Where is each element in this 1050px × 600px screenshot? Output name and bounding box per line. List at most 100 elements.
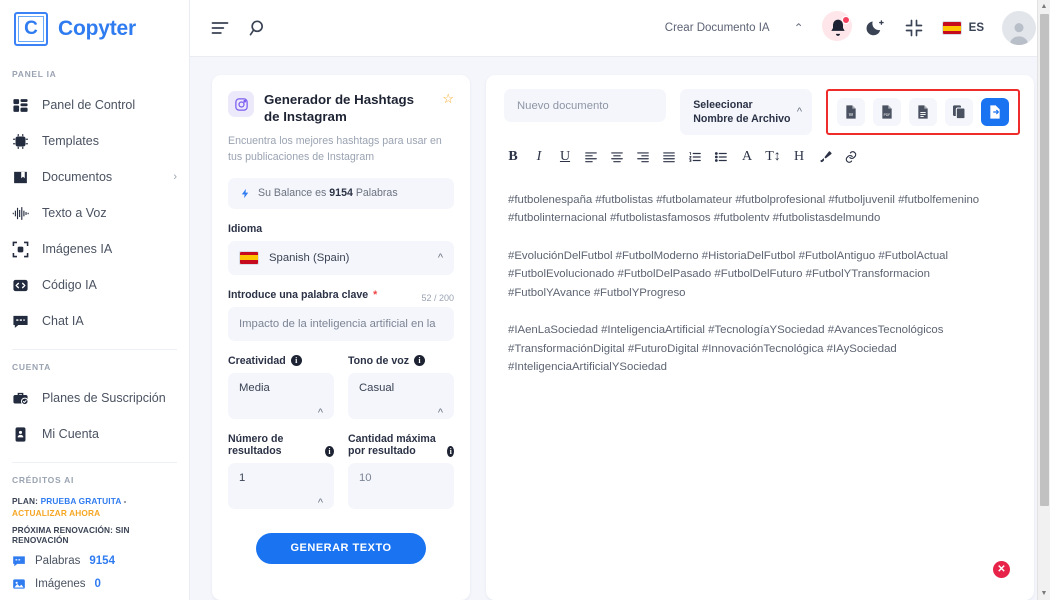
results-field: Número de resultados i 1 ^	[228, 419, 334, 509]
balance-banner: Su Balance es 9154 Palabras	[228, 177, 454, 209]
tone-select[interactable]: Casual ^	[348, 372, 454, 419]
max-per-result-input[interactable]: 10	[348, 462, 454, 509]
creativity-select[interactable]: Media ^	[228, 372, 334, 419]
save-document-button[interactable]	[981, 98, 1009, 126]
tone-field: Tono de voz i Casual ^	[348, 341, 454, 419]
align-left-icon	[584, 150, 598, 164]
export-text-button[interactable]	[909, 98, 937, 126]
notification-bell-icon[interactable]	[821, 11, 852, 41]
sidebar-item-label: Mi Cuenta	[42, 427, 99, 441]
scroll-up-arrow-icon[interactable]: ▲	[1038, 0, 1050, 13]
ai-chip-icon	[12, 133, 29, 150]
page-scrollbar[interactable]: ▲ ▼	[1037, 0, 1050, 600]
align-right-icon	[636, 150, 650, 164]
export-pdf-button[interactable]: PDF	[873, 98, 901, 126]
create-document-link[interactable]: Crear Documento IA	[665, 22, 770, 34]
save-export-icon	[987, 104, 1003, 120]
sidebar-item-texto-a-voz[interactable]: Texto a Voz	[0, 195, 189, 231]
sidebar-item-chat-ia[interactable]: Chat IA	[0, 303, 189, 339]
code-icon	[12, 277, 29, 294]
scrollbar-thumb[interactable]	[1040, 14, 1049, 506]
highlight-button[interactable]	[812, 145, 838, 169]
brand-logo[interactable]: C Copyter	[0, 0, 189, 57]
bullet-list-button[interactable]	[708, 145, 734, 169]
editor-header: Nuevo documento Seleecionar Nombre de Ar…	[486, 75, 1034, 135]
svg-text:W: W	[849, 112, 854, 117]
generator-form-card: Generador de Hashtags de Instagram ☆ Enc…	[212, 75, 470, 600]
info-icon[interactable]: i	[324, 445, 334, 457]
keyword-field-label: Introduce una palabra clave *	[228, 289, 377, 301]
file-select-label: Seleecionar Nombre de Archivo	[693, 98, 791, 125]
font-size-button[interactable]: T↕	[760, 145, 786, 169]
export-word-button[interactable]: W	[837, 98, 865, 126]
chevron-up-icon: ^	[437, 251, 443, 264]
form-header: Generador de Hashtags de Instagram ☆	[228, 91, 454, 125]
spain-flag-icon	[239, 250, 259, 265]
required-marker: *	[373, 288, 378, 301]
sidebar-item-label: Código IA	[42, 278, 97, 292]
upgrade-link[interactable]: ACTUALIZAR AHORA	[12, 508, 100, 518]
align-center-button[interactable]	[604, 145, 630, 169]
sidebar-item-panel-de-control[interactable]: Panel de Control	[0, 87, 189, 123]
font-color-button[interactable]: A	[734, 145, 760, 169]
max-per-result-field: Cantidad máxima por resultado i 10	[348, 419, 454, 509]
keyword-label-row: Introduce una palabra clave * 52 / 200	[228, 275, 454, 307]
instagram-icon	[228, 91, 254, 117]
editor-content[interactable]: #futbolenespaña #futbolistas #futbolamat…	[486, 169, 1034, 600]
sidebar-section-panel: PANEL IA	[12, 69, 57, 79]
results-label-text: Número de resultados	[228, 432, 284, 457]
keyword-label-text: Introduce una palabra clave	[228, 288, 369, 301]
sidebar-item-imagenes-ia[interactable]: Imágenes IA	[0, 231, 189, 267]
exit-fullscreen-icon[interactable]	[904, 18, 924, 38]
chevron-up-icon[interactable]: ⌃	[788, 21, 810, 35]
chevron-up-icon: ^	[317, 496, 323, 509]
keyword-counter: 52 / 200	[421, 292, 454, 303]
info-icon[interactable]: i	[414, 355, 426, 367]
avatar[interactable]	[1002, 11, 1036, 45]
sidebar-item-mi-cuenta[interactable]: Mi Cuenta	[0, 416, 189, 452]
align-justify-button[interactable]	[656, 145, 682, 169]
sidebar-item-label: Documentos	[42, 170, 113, 184]
credit-label: Imágenes	[35, 578, 86, 591]
file-name-select[interactable]: Seleecionar Nombre de Archivo ^	[680, 89, 812, 135]
info-icon[interactable]: i	[447, 445, 454, 457]
text-doc-icon	[915, 104, 931, 120]
dark-mode-moon-icon[interactable]	[866, 18, 886, 38]
language-selector[interactable]: ES	[941, 21, 984, 35]
scroll-down-arrow-icon[interactable]: ▼	[1038, 587, 1050, 600]
sidebar-item-planes-de-suscripcion[interactable]: Planes de Suscripción	[0, 380, 189, 416]
hamburger-icon[interactable]	[210, 18, 230, 38]
link-icon	[844, 150, 858, 164]
editor-paragraph: #EvoluciónDelFutbol #FutbolModerno #Hist…	[508, 249, 949, 299]
creativity-tone-row: Creatividad i Media ^ Tono de voz i Casu…	[228, 341, 454, 419]
heading-button[interactable]: H	[786, 145, 812, 169]
sidebar-item-label: Panel de Control	[42, 98, 136, 112]
sidebar-item-documentos[interactable]: Documentos ›	[0, 159, 189, 195]
topbar: Crear Documento IA ⌃ ES	[190, 0, 1050, 57]
generate-text-button[interactable]: GENERAR TEXTO	[256, 532, 426, 564]
bold-button[interactable]: B	[500, 145, 526, 169]
language-select[interactable]: Spanish (Spain) ^	[228, 240, 454, 275]
ordered-list-button[interactable]	[682, 145, 708, 169]
keyword-input[interactable]: Impacto de la inteligencia artificial en…	[228, 306, 454, 341]
close-icon[interactable]: ✕	[993, 561, 1010, 578]
info-icon[interactable]: i	[290, 355, 302, 367]
tone-field-label: Tono de voz i	[348, 355, 454, 367]
sidebar-item-codigo-ia[interactable]: Código IA	[0, 267, 189, 303]
align-left-button[interactable]	[578, 145, 604, 169]
document-name-input[interactable]: Nuevo documento	[504, 89, 667, 122]
sidebar-item-label: Planes de Suscripción	[42, 391, 166, 405]
language-field-label: Idioma	[228, 222, 263, 235]
sidebar-item-templates[interactable]: Templates	[0, 123, 189, 159]
results-select[interactable]: 1 ^	[228, 462, 334, 509]
favorite-star-icon[interactable]: ☆	[442, 91, 454, 105]
copy-button[interactable]	[945, 98, 973, 126]
underline-button[interactable]: U	[552, 145, 578, 169]
document-editor-card: Nuevo documento Seleecionar Nombre de Ar…	[486, 75, 1034, 600]
search-icon[interactable]	[248, 18, 268, 38]
image-icon	[12, 577, 26, 591]
brush-icon	[818, 150, 832, 164]
align-right-button[interactable]	[630, 145, 656, 169]
italic-button[interactable]: I	[526, 145, 552, 169]
link-button[interactable]	[838, 145, 864, 169]
